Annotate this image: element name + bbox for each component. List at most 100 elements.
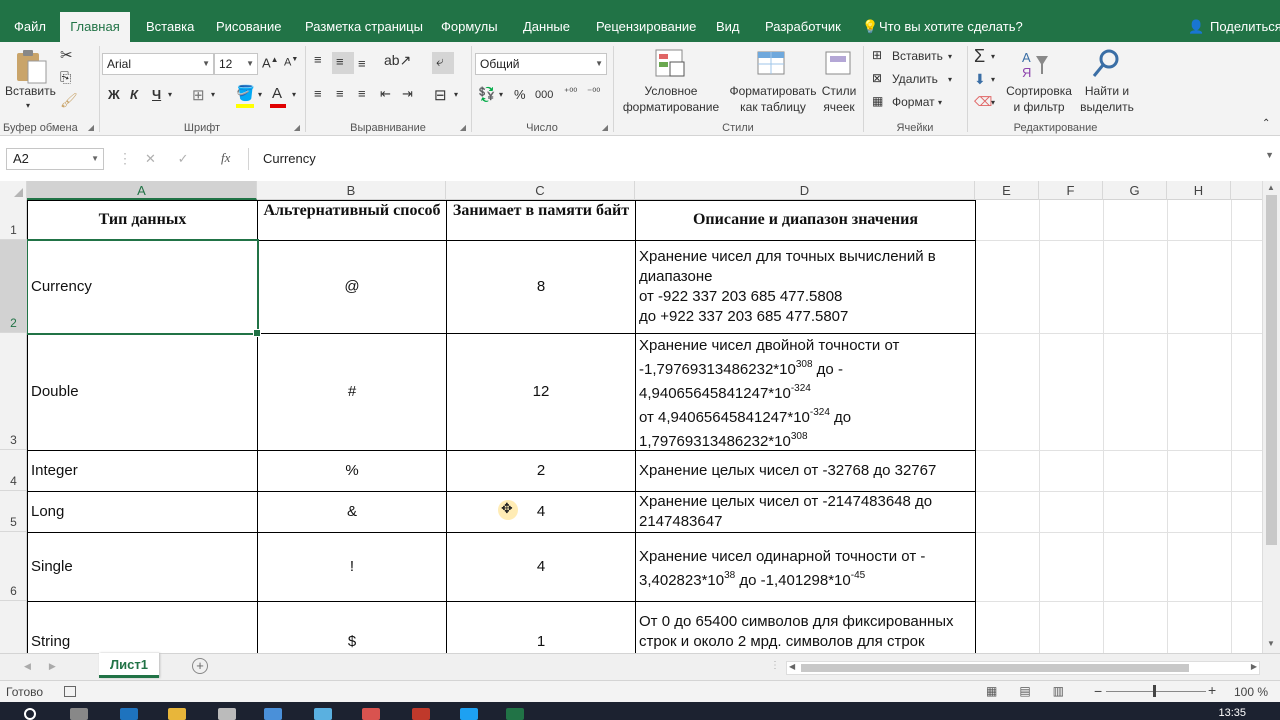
zoom-out-button[interactable]: − — [1094, 683, 1102, 699]
row-header-7[interactable]: 7 — [0, 601, 26, 653]
tab-review[interactable]: Рецензирование — [596, 19, 696, 34]
app-icon[interactable] — [264, 708, 282, 720]
column-header-h[interactable]: H — [1167, 181, 1231, 200]
horizontal-scrollbar[interactable]: ◀ ▶ — [786, 661, 1260, 675]
column-header-b[interactable]: B — [257, 181, 446, 200]
cell-bytes[interactable]: 1 — [447, 632, 635, 652]
cell-desc[interactable]: Хранение чисел двойной точности от -1,79… — [639, 334, 899, 454]
conditional-formatting-label-2[interactable]: форматирование — [618, 99, 724, 115]
borders-dropdown-icon[interactable]: ▾ — [211, 90, 215, 99]
sheet-tab-list1[interactable]: Лист1 — [99, 653, 159, 678]
header-cell-type[interactable]: Тип данных — [28, 210, 257, 229]
delete-cells-icon[interactable]: ⊠ — [872, 71, 882, 85]
find-select-label-1[interactable]: Найти и — [1076, 83, 1138, 99]
vertical-scrollbar[interactable]: ▲ ▼ — [1262, 181, 1280, 653]
currency-format-icon[interactable]: 💱 — [478, 86, 495, 103]
underline-button[interactable]: Ч — [152, 87, 161, 102]
align-right-icon[interactable]: ≡ — [358, 86, 366, 101]
find-select-icon[interactable] — [1091, 48, 1121, 80]
app-icon[interactable] — [460, 708, 478, 720]
format-as-table-icon[interactable] — [756, 48, 788, 80]
column-header-a[interactable]: A — [27, 181, 257, 200]
view-mode-icons[interactable]: ▦▤▥ — [986, 684, 1086, 698]
tab-home[interactable]: Главная — [60, 12, 130, 42]
cell-type[interactable]: Single — [31, 557, 73, 577]
column-header-d[interactable]: D — [635, 181, 975, 200]
row-header-6[interactable]: 6 — [0, 532, 26, 601]
merge-dropdown-icon[interactable]: ▾ — [454, 90, 458, 99]
fill-dropdown-icon[interactable]: ▾ — [258, 90, 262, 99]
cell-bytes[interactable]: 8 — [447, 277, 635, 297]
alignment-launcher-icon[interactable]: ◢ — [460, 123, 466, 132]
number-format-select[interactable]: Общий ▼ — [475, 53, 607, 75]
fill-down-icon[interactable]: ⬇ — [974, 71, 986, 88]
sort-filter-label-2[interactable]: и фильтр — [1004, 99, 1074, 115]
cell-type[interactable]: Integer — [31, 461, 78, 481]
tab-insert[interactable]: Вставка — [146, 19, 194, 34]
align-left-icon[interactable]: ≡ — [314, 86, 322, 101]
merge-center-icon[interactable]: ⊟ — [434, 86, 447, 104]
tab-data[interactable]: Данные — [523, 19, 570, 34]
orientation-icon[interactable]: ab↗ — [384, 52, 411, 69]
cell-bytes[interactable]: 2 — [447, 461, 635, 481]
zoom-level[interactable]: 100 % — [1234, 685, 1268, 699]
cell-styles-label-2[interactable]: ячеек — [814, 99, 864, 115]
format-cells-dropdown-icon[interactable]: ▾ — [938, 98, 942, 107]
vertical-scroll-thumb[interactable] — [1266, 195, 1277, 545]
row-header-2[interactable]: 2 — [0, 240, 26, 333]
sort-filter-label-1[interactable]: Сортировка — [1004, 83, 1074, 99]
cell-desc[interactable]: Хранение чисел для точных вычислений в д… — [639, 247, 936, 327]
format-cells-button[interactable]: Формат — [892, 94, 935, 110]
thousands-button[interactable]: 000 — [535, 89, 553, 101]
delete-cells-dropdown-icon[interactable]: ▾ — [948, 75, 952, 84]
formula-input[interactable]: Currency — [248, 148, 1276, 170]
task-view-icon[interactable] — [70, 708, 88, 720]
copy-icon[interactable]: ⎘ — [60, 69, 71, 86]
format-as-table-label-1[interactable]: Форматировать — [724, 83, 822, 99]
decrease-font-icon[interactable]: A▼ — [284, 56, 298, 69]
cell-alt[interactable]: @ — [258, 277, 446, 297]
worksheet-grid[interactable]: Тип данных Альтернативный способ Занимае… — [27, 200, 1262, 653]
tell-me-search[interactable]: Что вы хотите сделать? — [879, 19, 1023, 34]
underline-dropdown-icon[interactable]: ▾ — [168, 90, 172, 99]
insert-cells-dropdown-icon[interactable]: ▾ — [948, 52, 952, 61]
cell-bytes[interactable]: 4 — [447, 557, 635, 577]
scroll-up-icon[interactable]: ▲ — [1267, 183, 1275, 192]
row-header-1[interactable]: 1 — [0, 200, 26, 240]
format-cells-icon[interactable]: ▦ — [872, 94, 883, 108]
row-header-4[interactable]: 4 — [0, 450, 26, 491]
header-cell-desc[interactable]: Описание и диапазон значения — [636, 210, 975, 229]
column-header-f[interactable]: F — [1039, 181, 1103, 200]
cell-bytes[interactable]: 12 — [447, 382, 635, 402]
find-select-label-2[interactable]: выделить — [1076, 99, 1138, 115]
scroll-left-icon[interactable]: ◀ — [789, 662, 795, 671]
font-color-icon[interactable]: A — [272, 85, 282, 102]
app-icon[interactable] — [412, 708, 430, 720]
tab-view[interactable]: Вид — [716, 19, 740, 34]
clear-dropdown-icon[interactable]: ▾ — [991, 98, 995, 107]
tab-developer[interactable]: Разработчик — [765, 19, 841, 34]
excel-taskbar-icon[interactable] — [506, 708, 524, 720]
currency-dropdown-icon[interactable]: ▾ — [499, 90, 503, 99]
font-size-select[interactable]: 12 ▼ — [214, 53, 258, 75]
cell-desc[interactable]: Хранение чисел одинарной точности от - 3… — [639, 545, 925, 593]
increase-indent-icon[interactable]: ⇥ — [402, 86, 413, 102]
decrease-indent-icon[interactable]: ⇤ — [380, 86, 391, 102]
percent-button[interactable]: % — [514, 87, 526, 102]
number-launcher-icon[interactable]: ◢ — [602, 123, 608, 132]
tab-split-grip-icon[interactable]: ⋮ — [770, 660, 780, 671]
cell-alt[interactable]: & — [258, 502, 446, 522]
italic-button[interactable]: К — [130, 87, 138, 102]
cell-alt[interactable]: $ — [258, 632, 446, 652]
paste-dropdown-icon[interactable]: ▾ — [26, 98, 30, 114]
tab-formulas[interactable]: Формулы — [441, 19, 498, 34]
format-painter-icon[interactable]: 🖌 — [60, 92, 78, 109]
folder-icon[interactable] — [168, 708, 186, 720]
cell-alt[interactable]: % — [258, 461, 446, 481]
paste-label[interactable]: Вставить — [5, 83, 56, 99]
autosum-icon[interactable]: Σ — [974, 46, 985, 67]
sort-filter-icon[interactable]: А Я — [1020, 48, 1050, 82]
tab-draw[interactable]: Рисование — [216, 19, 281, 34]
scroll-right-icon[interactable]: ▶ — [1251, 662, 1257, 671]
add-sheet-button[interactable]: + — [192, 658, 208, 674]
